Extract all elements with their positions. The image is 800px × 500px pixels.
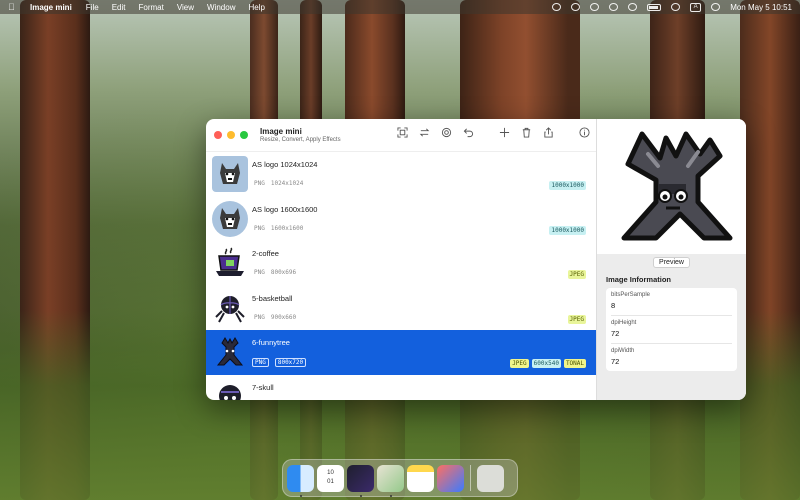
husky-logo-thumbnail (212, 200, 248, 237)
calendar-day: 01 (327, 478, 334, 485)
image-information-heading: Image Information (606, 275, 672, 284)
image-format: PNG (252, 358, 269, 367)
menu-app-name[interactable]: Image mini (30, 3, 72, 12)
list-item-selected[interactable]: 6-funnytree PNG 800x720 JPEG 600x540 TON… (206, 330, 596, 375)
husky-logo-thumbnail (212, 156, 248, 193)
resize-badge: 1000x1000 (549, 225, 586, 235)
add-icon[interactable] (498, 126, 510, 138)
status-clock-icon[interactable] (590, 3, 600, 11)
menu-view[interactable]: View (177, 3, 194, 12)
list-item[interactable]: 2-coffee PNG 800x696 JPEG (206, 241, 596, 286)
format-badge: JPEG (510, 359, 529, 368)
menu-window[interactable]: Window (207, 3, 235, 12)
list-item[interactable]: 5-basketball PNG 900x660 JPEG (206, 286, 596, 331)
skull-thumbnail (212, 379, 248, 400)
bluetooth-icon[interactable] (628, 3, 638, 11)
funny-tree-thumbnail (212, 334, 248, 370)
share-icon[interactable] (542, 126, 554, 138)
image-name: AS logo 1600x1600 (252, 204, 318, 214)
iphone-mirroring-icon[interactable] (437, 464, 464, 492)
coffee-cup-thumbnail (212, 245, 248, 281)
status-timer-icon[interactable] (571, 3, 581, 11)
image-name: 2-coffee (252, 249, 279, 258)
notes-icon[interactable] (407, 464, 434, 492)
info-value: 8 (611, 301, 616, 310)
menu-file[interactable]: File (86, 3, 99, 12)
image-size: 1600x1600 (270, 224, 304, 232)
image-format: PNG (254, 269, 265, 276)
info-icon[interactable] (578, 126, 590, 138)
status-grid-icon[interactable] (552, 3, 562, 11)
menu-format[interactable]: Format (138, 3, 163, 12)
trash-can-icon[interactable] (477, 464, 504, 492)
status-user-icon[interactable] (609, 3, 619, 11)
calendar-month: 10 (327, 469, 334, 476)
info-row-dpi-width: dpiWidth 72 (611, 344, 732, 371)
image-information-card: bitsPerSample 8 dpiHeight 72 dpiWidth 72 (606, 288, 737, 371)
apple-icon[interactable]:  (8, 2, 18, 12)
maps-icon[interactable] (377, 464, 404, 497)
menu-bar:  Image mini File Edit Format View Windo… (0, 0, 800, 14)
format-badge: JPEG (567, 270, 586, 279)
toolbar: Image mini Resize, Convert, Apply Effect… (206, 119, 596, 151)
image-name: 6-funnytree (252, 338, 290, 347)
calendar-icon[interactable]: 10 01 (317, 464, 344, 492)
control-center-icon[interactable] (711, 3, 721, 11)
app-window: Image mini Resize, Convert, Apply Effect… (206, 119, 746, 400)
undo-icon[interactable] (462, 126, 474, 138)
resize-badge: 600x540 (531, 359, 561, 368)
convert-icon[interactable] (418, 126, 430, 138)
image-format: PNG (254, 313, 265, 321)
menubar-clock[interactable]: Mon May 5 10:51 (730, 3, 792, 12)
input-source-icon[interactable]: A (690, 2, 702, 12)
image-size: 1024x1024 (270, 180, 304, 187)
list-item[interactable]: AS logo 1600x1600 PNG 1600x1600 1000x1000 (206, 197, 596, 242)
inspector-panel: Preview Image Information bitsPerSample … (596, 119, 746, 400)
image-format: PNG (254, 180, 265, 187)
preview-button[interactable]: Preview (653, 257, 690, 268)
image-size: 800x720 (274, 358, 307, 367)
format-badge: JPEG (567, 314, 586, 324)
image-preview (597, 119, 746, 254)
list-item[interactable]: AS logo 1024x1024 PNG 1024x1024 1000x1000 (206, 152, 596, 197)
image-mini-app-icon[interactable] (347, 464, 374, 497)
info-value: 72 (611, 357, 620, 366)
image-name: AS logo 1024x1024 (252, 160, 318, 169)
info-key: dpiHeight (611, 320, 637, 326)
info-key: dpiWidth (611, 348, 635, 354)
info-key: bitsPerSample (611, 292, 651, 298)
effects-icon[interactable] (440, 126, 452, 138)
image-size: 900x660 (270, 313, 297, 321)
info-row-dpi-height: dpiHeight 72 (611, 316, 732, 344)
effect-badge: TONAL (563, 359, 586, 368)
basketball-spider-thumbnail (212, 290, 248, 326)
image-format: PNG (254, 224, 265, 232)
menu-help[interactable]: Help (248, 3, 264, 12)
battery-icon[interactable] (647, 3, 662, 11)
image-size: 800x696 (270, 269, 297, 276)
main-pane: Image mini Resize, Convert, Apply Effect… (206, 119, 596, 400)
image-name: 7-skull (252, 382, 274, 392)
zoom-window-button[interactable] (240, 131, 248, 139)
wifi-icon[interactable] (671, 3, 681, 11)
resize-badge: 1000x1000 (549, 181, 586, 190)
close-window-button[interactable] (214, 131, 222, 139)
image-list[interactable]: AS logo 1024x1024 PNG 1024x1024 1000x1000… (206, 151, 596, 400)
resize-icon[interactable] (396, 126, 408, 138)
list-item[interactable]: 7-skull (206, 375, 596, 400)
window-title: Image mini (260, 127, 302, 136)
menu-edit[interactable]: Edit (112, 3, 126, 12)
dock: 10 01 (282, 459, 518, 497)
window-subtitle: Resize, Convert, Apply Effects (260, 137, 341, 143)
info-row-bits-per-sample: bitsPerSample 8 (611, 288, 732, 316)
finder-icon[interactable] (287, 464, 314, 497)
minimize-window-button[interactable] (227, 131, 235, 139)
info-value: 72 (611, 329, 620, 338)
trash-icon[interactable] (520, 126, 532, 138)
image-name: 5-basketball (252, 293, 293, 303)
dock-separator (470, 465, 471, 491)
